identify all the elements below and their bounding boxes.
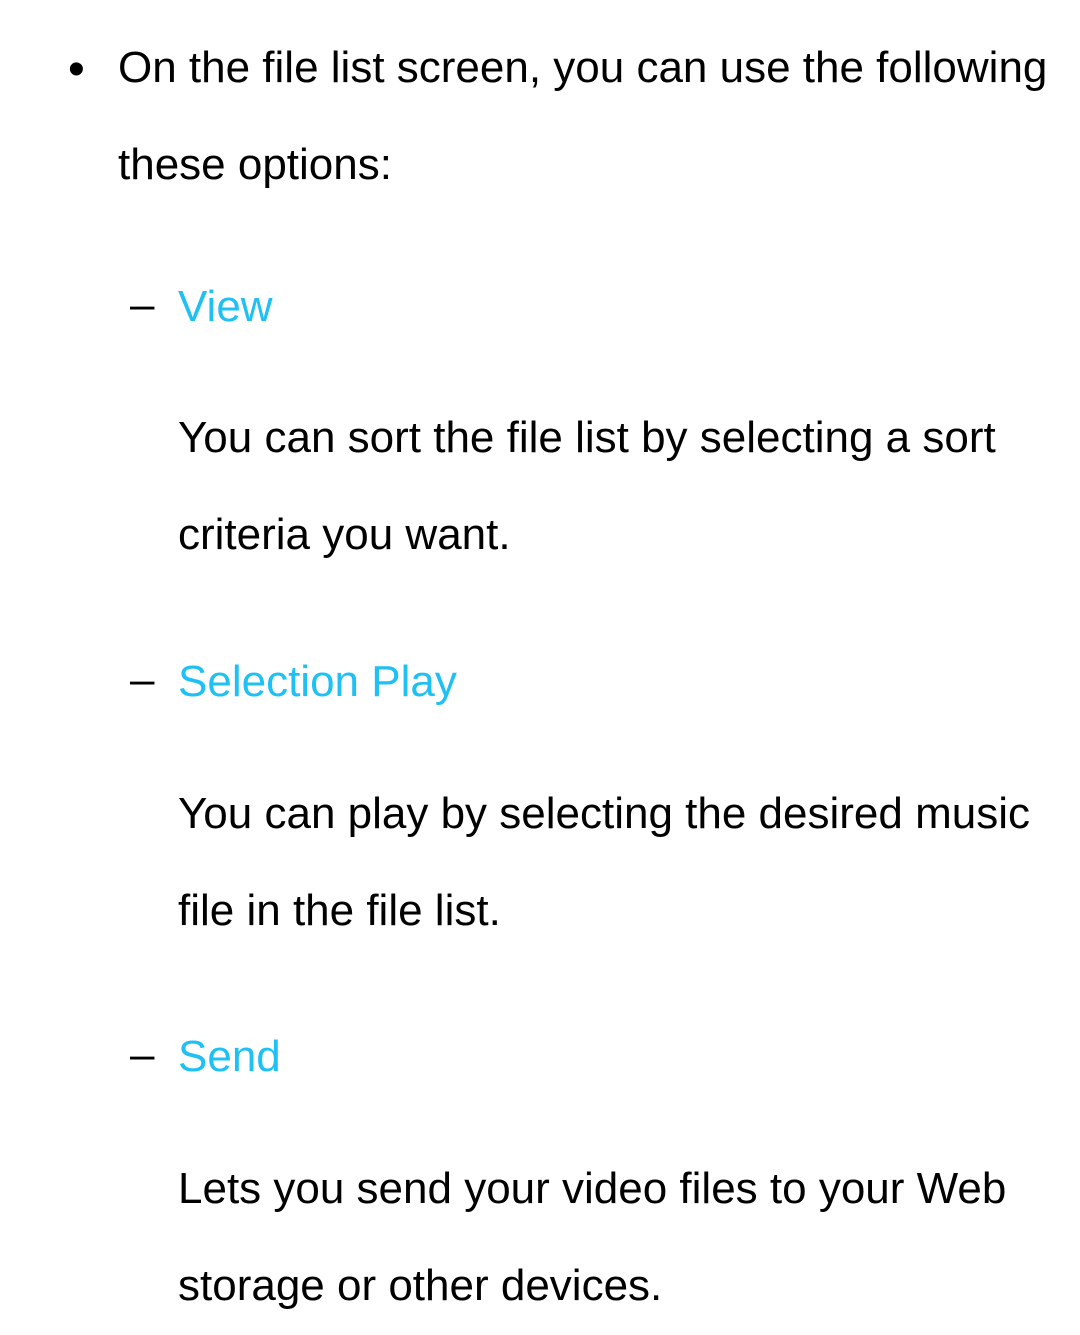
option-desc: Lets you send your video files to your W… — [178, 1141, 1080, 1335]
intro-text: On the file list screen, you can use the… — [118, 43, 1047, 189]
option-desc: You can play by selecting the desired mu… — [178, 766, 1080, 960]
list-item: Selection Play You can play by selecting… — [178, 634, 1080, 959]
options-list-item: On the file list screen, you can use the… — [118, 20, 1080, 1335]
list-item: View You can sort the file list by selec… — [178, 259, 1080, 584]
option-term: View — [178, 259, 1080, 356]
option-term: Send — [178, 1009, 1080, 1106]
option-desc: You can sort the file list by selecting … — [178, 390, 1080, 584]
options-list: On the file list screen, you can use the… — [0, 20, 1080, 1335]
option-term: Selection Play — [178, 634, 1080, 731]
list-item: Send Lets you send your video files to y… — [178, 1009, 1080, 1334]
option-sublist: View You can sort the file list by selec… — [118, 259, 1080, 1335]
